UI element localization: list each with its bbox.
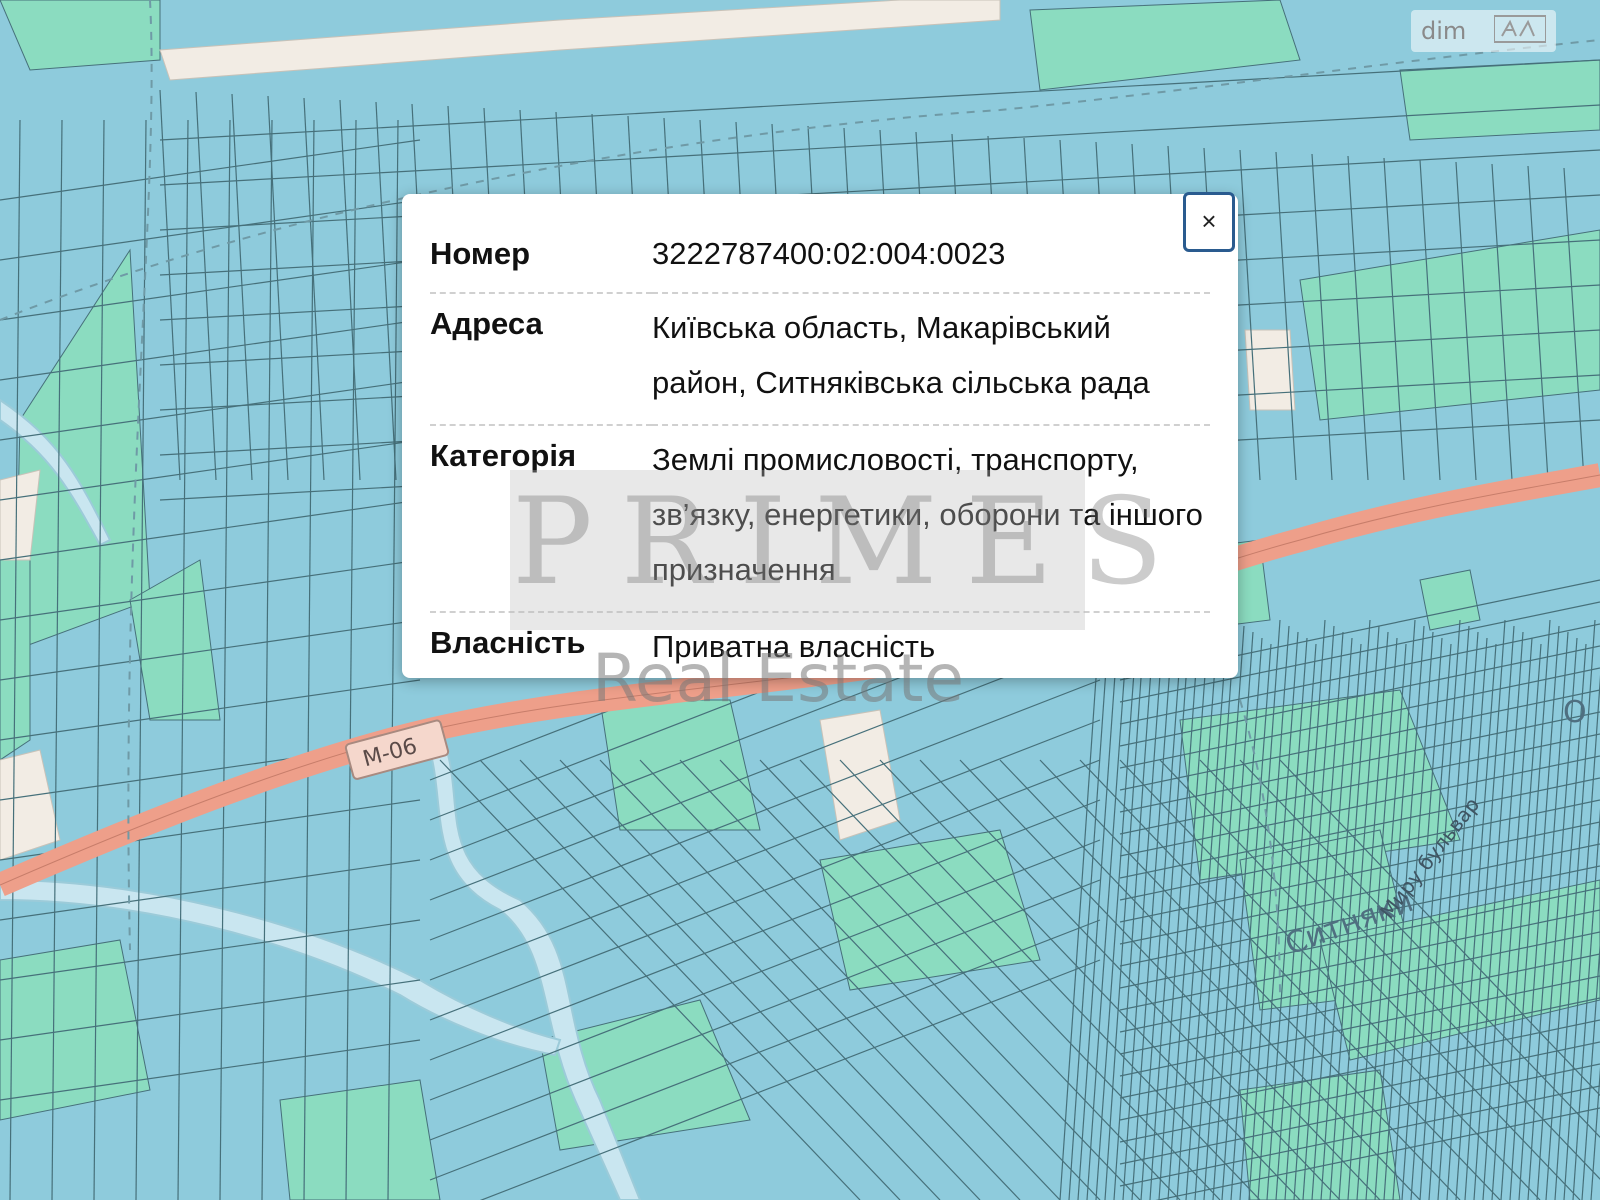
info-key-ownership: Власність — [430, 625, 586, 660]
info-key-category: Категорія — [430, 425, 652, 613]
parcel-info-table: Номер 3222787400:02:004:0023 Адреса Київ… — [430, 224, 1210, 688]
brand-label: dim — [1421, 17, 1467, 45]
close-icon: × — [1201, 206, 1217, 236]
info-row-category: Категорія Землі промисловості, транспорт… — [430, 425, 1210, 613]
info-value-ownership: Приватна власність — [652, 629, 936, 664]
info-value-address: Київська область, Макарівський район, Си… — [652, 293, 1210, 426]
info-value-category: Землі промисловості, транспорту, зв’язку… — [652, 425, 1210, 613]
info-row-ownership: Власність Приватна власність — [430, 612, 1210, 688]
partial-label: О — [1563, 695, 1587, 730]
info-row-address: Адреса Київська область, Макарівський ра… — [430, 293, 1210, 426]
info-key-address: Адреса — [430, 293, 652, 426]
ria-logo-icon — [1493, 14, 1547, 49]
info-value-number: 3222787400:02:004:0023 — [652, 224, 1210, 294]
info-row-number: Номер 3222787400:02:004:0023 — [430, 224, 1210, 294]
brand-badge[interactable]: dim — [1411, 10, 1556, 52]
info-key-number: Номер — [430, 224, 652, 294]
close-button[interactable]: × — [1183, 192, 1235, 252]
